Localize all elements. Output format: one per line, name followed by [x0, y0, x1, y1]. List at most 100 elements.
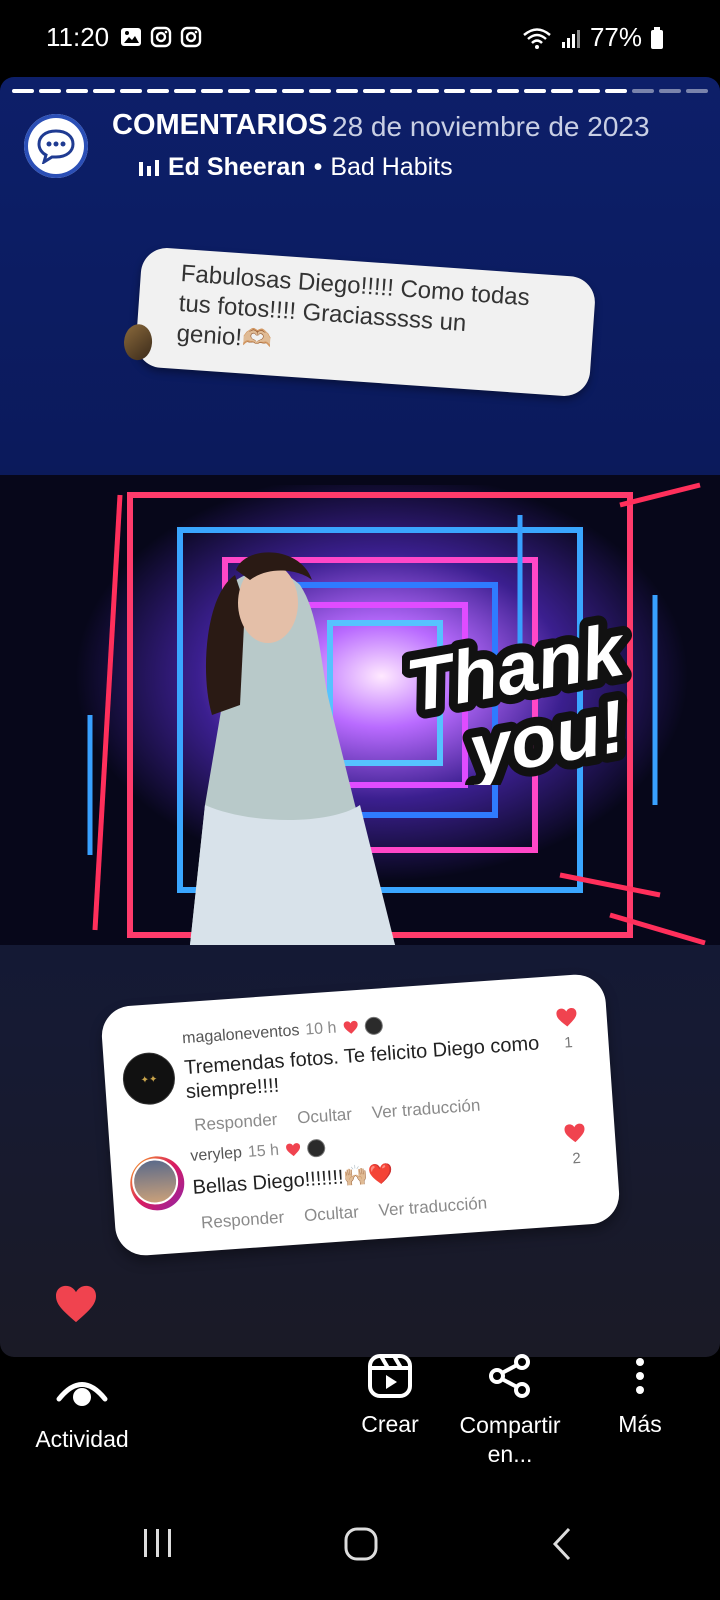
progress-segment [254, 89, 277, 93]
comment-username[interactable]: verylep [190, 1144, 243, 1166]
commenter-avatar[interactable]: ✦✦ [121, 1050, 177, 1107]
story-photo: Thank Thank you! you! [0, 475, 720, 945]
share-button[interactable]: Compartir en... [444, 1353, 576, 1469]
progress-segment [416, 89, 439, 93]
music-separator: • [313, 153, 323, 181]
progress-segment [578, 89, 601, 93]
comments-app-avatar[interactable] [24, 114, 88, 178]
progress-segment [200, 89, 223, 93]
notification-icons [120, 26, 202, 48]
progress-segment [335, 89, 358, 93]
commenter-avatar [122, 323, 154, 362]
progress-segment [281, 89, 304, 93]
progress-segment [308, 89, 331, 93]
system-navigation-bar [0, 1500, 720, 1600]
create-button[interactable]: Crear [340, 1353, 440, 1438]
like-story-heart-icon[interactable] [54, 1284, 98, 1324]
progress-segment [497, 89, 520, 93]
progress-segment [659, 89, 682, 93]
comment-like[interactable]: 1 [554, 1007, 581, 1053]
back-icon[interactable] [550, 1526, 574, 1562]
heart-icon [285, 1143, 300, 1157]
share-label: Compartir en... [459, 1412, 561, 1467]
heart-icon [564, 1123, 585, 1143]
instagram-icon [150, 26, 172, 48]
wifi-icon [523, 27, 551, 49]
recent-apps-icon[interactable] [142, 1526, 174, 1560]
story-card[interactable]: COMENTARIOS 28 de noviembre de 2023 Ed S… [0, 77, 720, 1357]
activity-button[interactable]: Actividad [28, 1372, 136, 1453]
progress-segment [227, 89, 250, 93]
comment-header: verylep 15 h [190, 1138, 326, 1166]
clock: 11:20 [46, 22, 110, 52]
hide-button[interactable]: Ocultar [297, 1105, 353, 1129]
comment-sticker: Fabulosas Diego!!!!! Como todas tus foto… [122, 246, 597, 398]
music-artist: Ed Sheeran [168, 153, 306, 181]
gallery-icon [121, 28, 141, 46]
share-icon [489, 1354, 530, 1398]
story-header: COMENTARIOS 28 de noviembre de 2023 Ed S… [0, 105, 720, 195]
chat-bubble-icon [37, 129, 75, 164]
reply-button[interactable]: Responder [194, 1110, 278, 1136]
reels-icon [368, 1354, 412, 1398]
comment-like[interactable]: 2 [562, 1122, 589, 1168]
author-avatar-mini [306, 1138, 326, 1158]
like-count: 2 [571, 1149, 582, 1168]
comment-time: 15 h [247, 1141, 280, 1161]
progress-segment [38, 89, 61, 93]
svg-text:✦✦: ✦✦ [140, 1074, 157, 1086]
home-icon[interactable] [343, 1526, 379, 1562]
signal-icon [561, 29, 580, 48]
hide-button[interactable]: Ocultar [303, 1202, 359, 1226]
story-account-name[interactable]: COMENTARIOS [112, 109, 327, 142]
music-sticker[interactable]: Ed Sheeran • Bad Habits [138, 153, 453, 182]
progress-segment [362, 89, 385, 93]
progress-segment [524, 89, 547, 93]
heart-icon [343, 1020, 358, 1034]
author-avatar-mini [363, 1016, 383, 1036]
see-translation-button[interactable]: Ver traducción [378, 1193, 488, 1221]
activity-label: Actividad [35, 1426, 129, 1452]
story-progress-bar [12, 89, 709, 93]
progress-segment [146, 89, 169, 93]
audio-bars-icon [139, 159, 159, 176]
more-button[interactable]: Más [590, 1353, 690, 1438]
progress-segment [173, 89, 196, 93]
progress-segment [686, 89, 709, 93]
heart-icon [556, 1007, 577, 1027]
battery-icon [651, 26, 663, 49]
story-actions-bar: Actividad Crear Compartir en... Más [0, 1354, 720, 1487]
story-date: 28 de noviembre de 2023 [332, 111, 650, 142]
system-icons: 77% [522, 22, 664, 53]
thank-you-sticker: Thank Thank you! you! [402, 615, 642, 785]
reply-button[interactable]: Responder [200, 1208, 284, 1234]
progress-segment [443, 89, 466, 93]
progress-segment [119, 89, 142, 93]
progress-segment [470, 89, 493, 93]
comment-sticker-text: Fabulosas Diego!!!!! Como todas tus foto… [175, 260, 531, 354]
progress-segment [12, 89, 34, 93]
eye-icon [56, 1382, 108, 1406]
avatar-photo [130, 1156, 180, 1207]
create-label: Crear [361, 1411, 419, 1437]
progress-segment [92, 89, 115, 93]
comments-sticker: ✦✦ magaloneventos 10 h Tremendas fotos. … [99, 972, 622, 1258]
more-vertical-icon [636, 1358, 644, 1394]
like-count: 1 [563, 1034, 574, 1052]
instagram-icon [180, 26, 202, 48]
music-song: Bad Habits [330, 153, 453, 181]
progress-segment [632, 89, 655, 93]
more-label: Más [618, 1411, 662, 1437]
status-bar: 11:20 77% [0, 0, 720, 78]
progress-segment [389, 89, 412, 93]
comment-time: 10 h [304, 1019, 338, 1039]
commenter-avatar[interactable] [128, 1154, 187, 1213]
battery-percentage: 77% [589, 22, 642, 52]
comment-username[interactable]: magaloneventos [182, 1022, 300, 1048]
comment-actions: Responder Ocultar Ver traducción [200, 1193, 487, 1233]
progress-segment [551, 89, 574, 93]
see-translation-button[interactable]: Ver traducción [371, 1096, 481, 1124]
progress-segment [65, 89, 88, 93]
logo-icon: ✦✦ [140, 1074, 157, 1086]
progress-segment [605, 89, 628, 93]
